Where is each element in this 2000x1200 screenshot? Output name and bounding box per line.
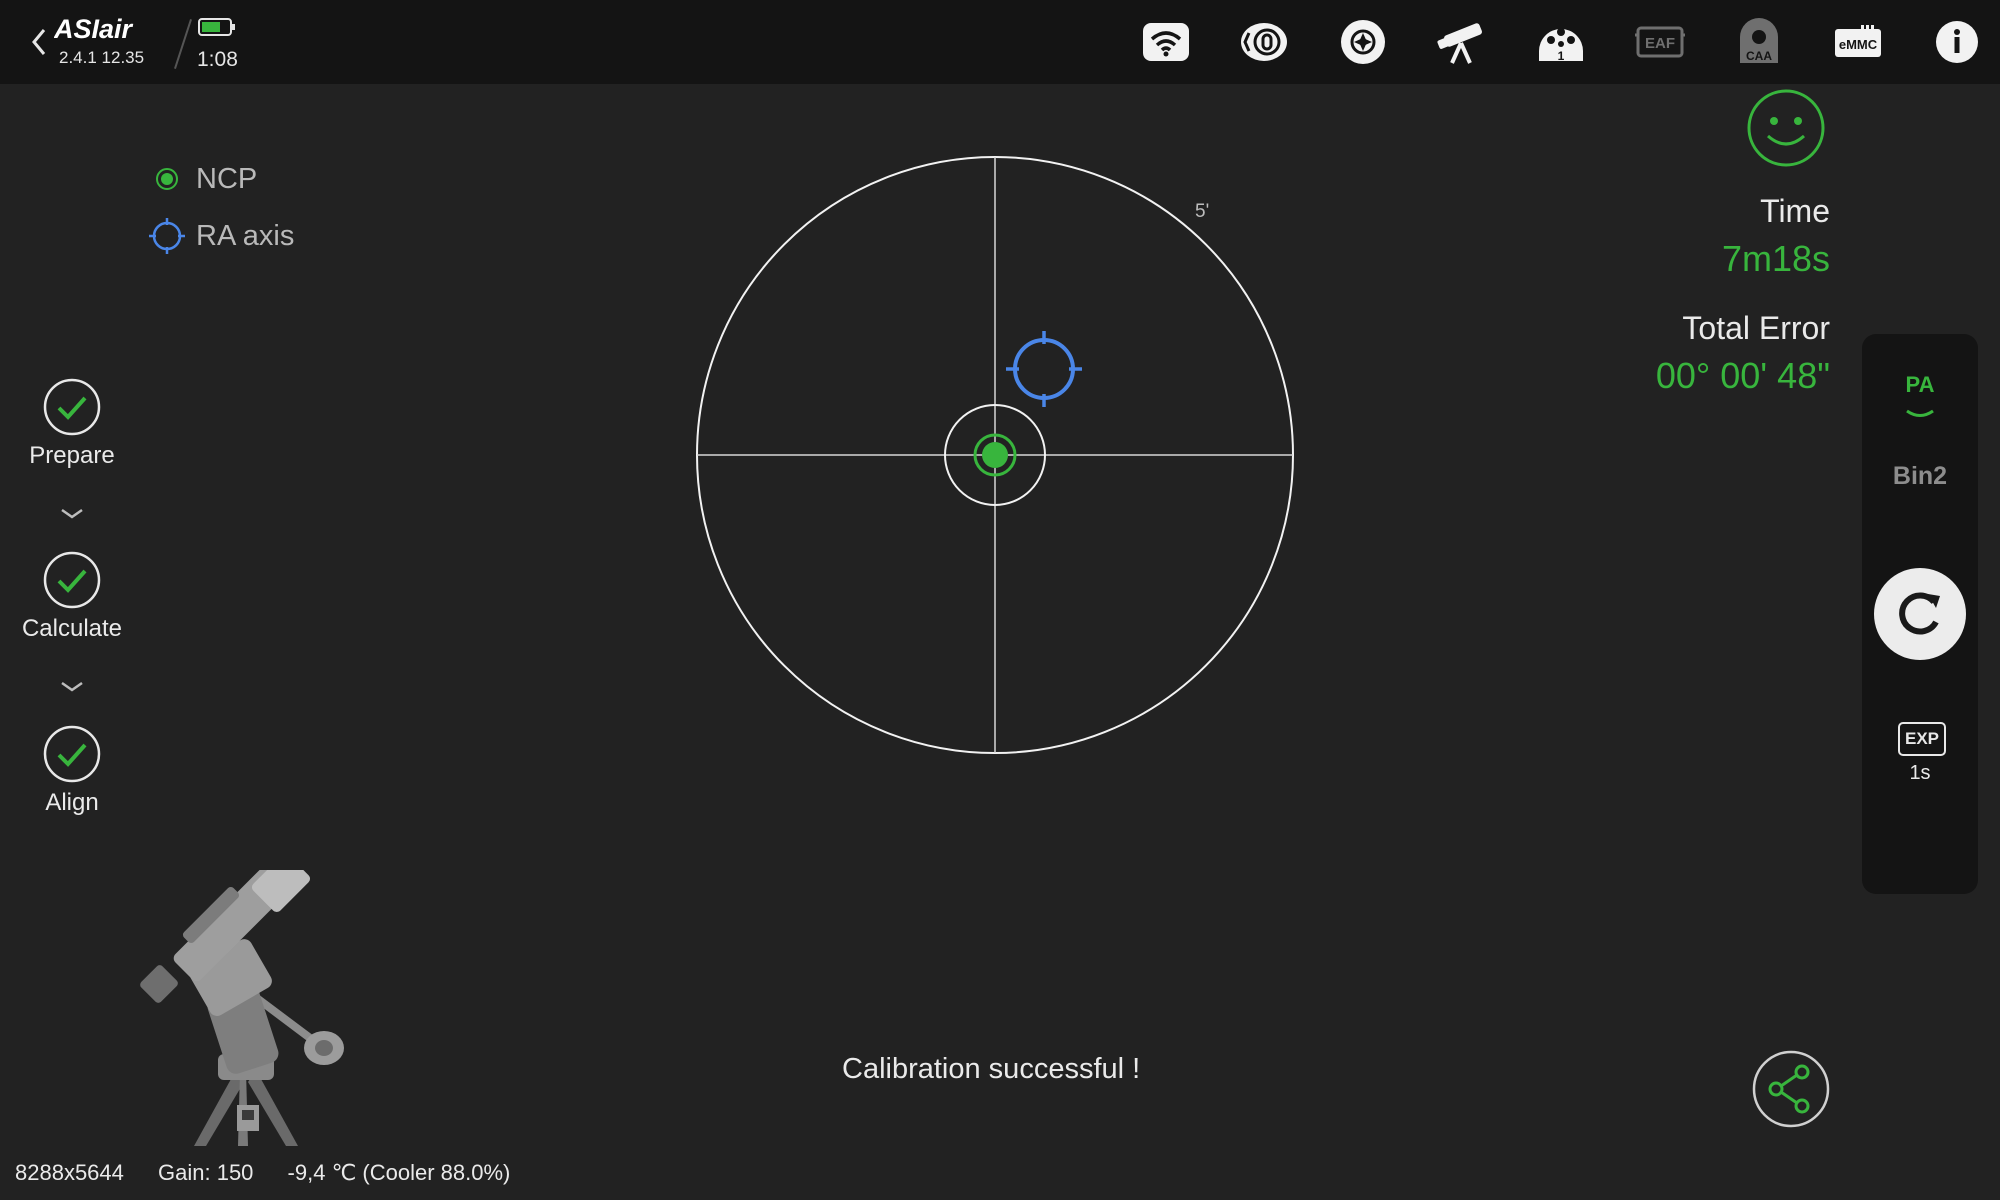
- eaf-text: EAF: [1645, 35, 1675, 52]
- time-label: Time: [1760, 193, 1830, 229]
- success-smiley-icon: [1747, 89, 1825, 167]
- legend-ra-axis-label: RA axis: [196, 219, 295, 252]
- asiair-logo: ASIair: [53, 14, 150, 44]
- share-button[interactable]: [1752, 1050, 1830, 1128]
- legend-ra-axis: RA axis: [148, 217, 294, 255]
- caa-icon[interactable]: CAA: [1732, 15, 1786, 69]
- emmc-text: eMMC: [1839, 37, 1878, 52]
- exposure-button[interactable]: EXP: [1898, 722, 1946, 756]
- step-align-label: Align: [45, 789, 99, 816]
- clock: 1:08: [197, 48, 238, 71]
- bin-setting[interactable]: Bin2: [1862, 462, 1978, 491]
- ra-axis-marker-icon: [148, 217, 186, 255]
- top-bar: ASIair 2.4.1 12.35 1:08 1 EAF CAA eMMC: [0, 0, 2000, 84]
- step-align[interactable]: Align: [0, 725, 147, 817]
- check-icon[interactable]: [43, 725, 101, 783]
- step-prepare[interactable]: Prepare: [0, 378, 147, 470]
- wifi-icon[interactable]: [1139, 15, 1193, 69]
- chevron-down-icon: [61, 508, 83, 519]
- camera-shutter-icon[interactable]: [1237, 15, 1291, 69]
- info-icon[interactable]: [1930, 15, 1984, 69]
- chevron-left-icon: [32, 29, 46, 55]
- status-bar: 8288x5644 Gain: 150 -9,4 ℃ (Cooler 88.0%…: [15, 1160, 538, 1186]
- step-calculate[interactable]: Calculate: [0, 551, 147, 643]
- time-block: Time 7m18s: [1722, 193, 1830, 280]
- mode-pa-label[interactable]: PA: [1862, 372, 1978, 398]
- side-control-panel: PA Bin2 EXP 1s: [1862, 334, 1978, 894]
- battery-icon: [198, 17, 236, 42]
- step-prepare-label: Prepare: [29, 442, 115, 469]
- polar-alignment-target: 5': [696, 156, 1294, 754]
- ncp-marker-icon: [148, 160, 186, 198]
- back-button[interactable]: [28, 22, 52, 62]
- ra-axis-marker: [1006, 331, 1082, 407]
- resolution-text: 8288x5644: [15, 1160, 124, 1185]
- header-divider: [174, 18, 192, 70]
- guide-target-icon[interactable]: [1336, 15, 1390, 69]
- temperature-text: -9,4 ℃ (Cooler 88.0%): [287, 1160, 511, 1185]
- logo-text: ASIair: [54, 14, 134, 44]
- step-calculate-label: Calculate: [21, 615, 123, 642]
- chevron-down-icon[interactable]: [1904, 408, 1936, 422]
- check-icon[interactable]: [43, 551, 101, 609]
- ring-scale-label: 5': [1195, 201, 1209, 222]
- refresh-icon: [1899, 592, 1940, 635]
- filter-wheel-icon[interactable]: 1: [1534, 15, 1588, 69]
- filter-slot-number: 1: [1558, 49, 1565, 63]
- legend-ncp-label: NCP: [196, 162, 258, 195]
- share-icon: [1752, 1050, 1830, 1128]
- telescope-icon[interactable]: [1434, 15, 1488, 69]
- chevron-down-icon: [61, 681, 83, 692]
- equatorial-mount-image: [140, 870, 344, 1146]
- exposure-value: 1s: [1909, 762, 1931, 784]
- legend-ncp: NCP: [148, 160, 257, 198]
- total-error-block: Total Error 00° 00' 48": [1656, 310, 1830, 397]
- gain-text: Gain: 150: [158, 1160, 254, 1185]
- emmc-icon[interactable]: eMMC: [1831, 15, 1885, 69]
- caa-text: CAA: [1746, 49, 1772, 63]
- time-value: 7m18s: [1721, 238, 1830, 279]
- calibration-message: Calibration successful !: [842, 1053, 1141, 1085]
- total-error-value: 00° 00' 48": [1655, 355, 1830, 396]
- total-error-label: Total Error: [1682, 310, 1830, 346]
- refresh-button[interactable]: [1874, 568, 1966, 660]
- check-icon[interactable]: [43, 378, 101, 436]
- app-version: 2.4.1 12.35: [59, 48, 145, 67]
- eaf-icon[interactable]: EAF: [1633, 15, 1687, 69]
